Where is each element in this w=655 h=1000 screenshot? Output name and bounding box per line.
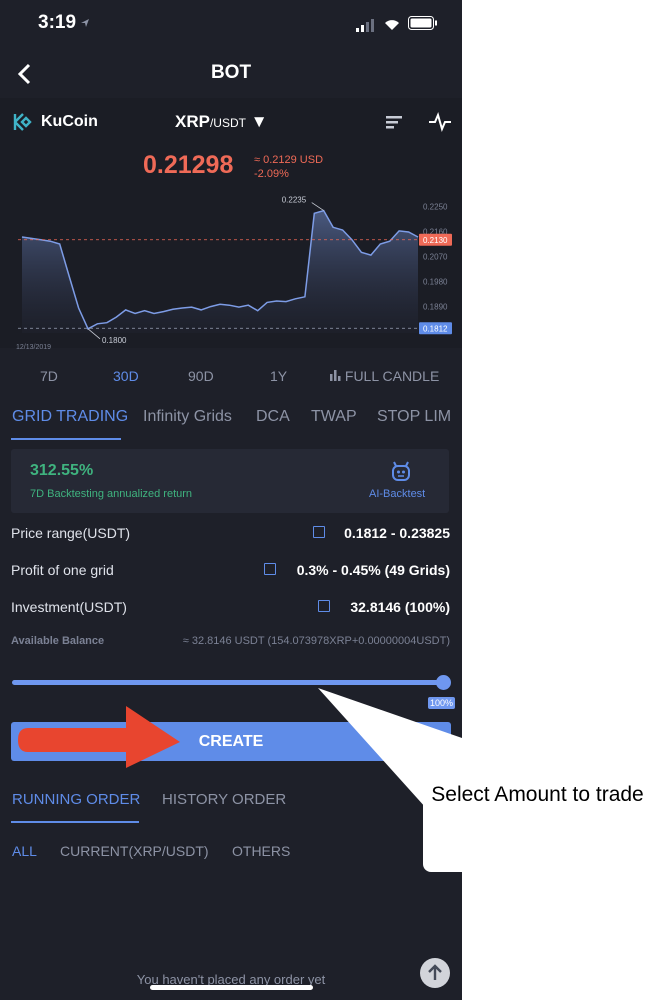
red-arrow-icon	[18, 706, 180, 768]
callout-text: Select Amount to trade	[431, 783, 644, 806]
